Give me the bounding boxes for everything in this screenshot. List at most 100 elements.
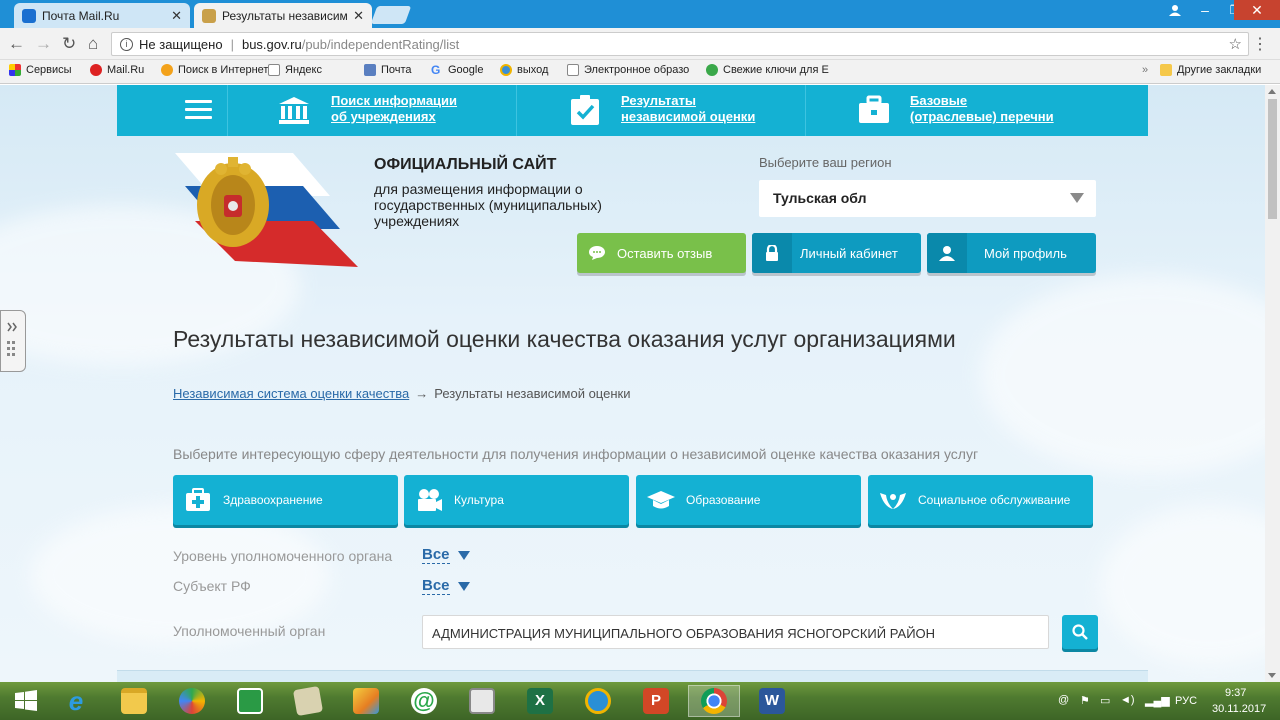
tray-flag-icon[interactable]: ⚑ (1080, 694, 1090, 707)
file-explorer-taskbar-icon[interactable] (108, 685, 160, 717)
region-select[interactable]: Тульская обл (759, 180, 1096, 217)
start-button[interactable] (0, 685, 52, 717)
sphere-label: Культура (454, 493, 504, 507)
scroll-down-arrow-icon[interactable] (1268, 673, 1276, 678)
bookmark-label: Электронное образо (584, 64, 690, 76)
level-filter-dropdown[interactable]: Все (422, 546, 470, 564)
browser-tab-bar: Почта Mail.Ru ✕ Результаты независимо ✕ … (0, 0, 1280, 28)
side-panel-toggle[interactable] (0, 310, 26, 372)
nav-line: независимой оценки (621, 109, 756, 124)
nav-search-institutions[interactable]: Поиск информации об учреждениях (227, 85, 517, 136)
russian-flag-eagle-logo[interactable] (175, 151, 358, 269)
hamburger-menu-icon[interactable] (185, 100, 212, 120)
close-tab-icon[interactable]: ✕ (171, 8, 182, 24)
film-camera-icon (404, 475, 454, 525)
nav-link-results[interactable]: Результаты независимой оценки (621, 93, 755, 125)
media-player-taskbar-icon[interactable] (166, 685, 218, 717)
tab-results[interactable]: Результаты независимо ✕ (194, 3, 372, 28)
mail-agent-taskbar-icon[interactable]: @ (398, 685, 450, 717)
close-window-button[interactable]: ✕ (1234, 0, 1280, 20)
sphere-healthcare-button[interactable]: Здравоохранение (173, 475, 398, 525)
back-icon[interactable]: ← (8, 34, 25, 54)
search-magnifier-icon (161, 64, 173, 76)
tray-language[interactable]: РУС (1175, 695, 1197, 707)
briefcase-icon (859, 95, 889, 123)
scrollbar-thumb[interactable] (1268, 99, 1277, 219)
word-taskbar-icon[interactable]: W (746, 685, 798, 717)
tray-mail-icon[interactable]: @ (1058, 694, 1069, 706)
tray-battery-icon[interactable]: ▭ (1100, 694, 1110, 707)
dropdown-triangle-icon (457, 581, 470, 591)
close-tab-icon[interactable]: ✕ (353, 8, 364, 24)
sphere-social-button[interactable]: Социальное обслуживание (868, 475, 1093, 525)
dropdown-triangle-icon (457, 550, 470, 560)
bookmark-services[interactable]: Сервисы (9, 64, 72, 76)
mail-ru-agent-taskbar-icon[interactable] (572, 685, 624, 717)
breadcrumb-link[interactable]: Независимая система оценки качества (173, 386, 409, 401)
tray-date[interactable]: 30.11.2017 (1212, 703, 1266, 715)
button-label: Личный кабинет (800, 245, 898, 261)
nav-link-lists[interactable]: Базовые (отраслевые) перечни (910, 93, 1054, 125)
tray-speaker-icon[interactable]: ◄) (1120, 694, 1135, 706)
forward-icon[interactable]: → (35, 34, 52, 54)
nav-link-search[interactable]: Поиск информации об учреждениях (331, 93, 457, 125)
search-button[interactable] (1062, 615, 1098, 649)
store-taskbar-icon[interactable] (224, 685, 276, 717)
bookmark-star-icon[interactable]: ☆ (1229, 35, 1242, 53)
security-label: Не защищено (139, 36, 223, 52)
personal-cabinet-button[interactable]: Личный кабинет (752, 233, 921, 273)
mailru-heart-icon (90, 64, 102, 76)
chrome-taskbar-icon[interactable] (688, 685, 740, 717)
bookmark-exit[interactable]: выход (500, 64, 548, 76)
bookmark-label: Яндекс (285, 64, 322, 76)
other-bookmarks[interactable]: Другие закладки (1160, 64, 1261, 76)
subject-filter-dropdown[interactable]: Все (422, 577, 470, 595)
tab-label: Результаты независимо (222, 8, 348, 23)
powerpoint-taskbar-icon[interactable]: P (630, 685, 682, 717)
browser-menu-icon[interactable]: ⋮ (1252, 34, 1268, 54)
tab-mail-ru[interactable]: Почта Mail.Ru ✕ (14, 3, 190, 28)
sphere-label: Образование (686, 493, 761, 507)
notepad-taskbar-icon[interactable] (282, 685, 334, 717)
bookmark-google[interactable]: G Google (431, 64, 483, 76)
new-tab-button[interactable] (370, 6, 412, 24)
nav-line: Результаты (621, 93, 696, 108)
scroll-up-arrow-icon[interactable] (1268, 89, 1276, 94)
info-icon[interactable]: i (120, 37, 133, 51)
nav-base-lists[interactable]: Базовые (отраслевые) перечни (805, 85, 1148, 136)
vertical-scrollbar[interactable] (1265, 85, 1280, 682)
bookmark-label: Почта (381, 64, 412, 76)
user-icon[interactable] (1160, 0, 1190, 20)
bookmark-pochta[interactable]: Почта (364, 64, 412, 76)
sphere-culture-button[interactable]: Культура (404, 475, 629, 525)
bookmark-edu[interactable]: Электронное образо (567, 64, 689, 76)
bookmark-keys[interactable]: Свежие ключи для Е (706, 64, 829, 76)
button-label: Мой профиль (984, 245, 1067, 261)
tray-network-icon[interactable]: ▂▄▆ (1145, 694, 1170, 707)
cloud-decoration (1100, 505, 1265, 665)
url-input[interactable]: i Не защищено | bus.gov.ru/pub/independe… (111, 32, 1249, 56)
bookmark-label: Сервисы (26, 64, 72, 76)
bookmark-search[interactable]: Поиск в Интернете (161, 64, 274, 76)
org-input[interactable]: АДМИНИСТРАЦИЯ МУНИЦИПАЛЬНОГО ОБРАЗОВАНИЯ… (422, 615, 1049, 649)
reload-icon[interactable]: ↻ (62, 34, 76, 54)
google-g-icon: G (431, 63, 441, 77)
page-icon (567, 64, 579, 76)
bookmark-mailru[interactable]: Mail.Ru (90, 64, 144, 76)
bookmark-yandex[interactable]: Яндекс (268, 64, 322, 76)
minimize-button[interactable]: – (1190, 0, 1220, 20)
feedback-button[interactable]: Оставить отзыв (577, 233, 746, 273)
bookmarks-overflow-icon[interactable]: » (1142, 64, 1148, 76)
my-profile-button[interactable]: Мой профиль (927, 233, 1096, 273)
sphere-education-button[interactable]: Образование (636, 475, 861, 525)
ie-taskbar-icon[interactable]: e (50, 685, 102, 717)
search-icon (1072, 624, 1088, 640)
excel-taskbar-icon[interactable]: X (514, 685, 566, 717)
region-label: Выберите ваш регион (759, 155, 892, 170)
nav-independent-results[interactable]: Результаты независимой оценки (516, 85, 806, 136)
paint-taskbar-icon[interactable] (340, 685, 392, 717)
breadcrumb-arrow-icon: → (415, 386, 429, 401)
calculator-taskbar-icon[interactable] (456, 685, 508, 717)
home-icon[interactable]: ⌂ (88, 34, 98, 54)
tray-time[interactable]: 9:37 (1225, 687, 1246, 699)
